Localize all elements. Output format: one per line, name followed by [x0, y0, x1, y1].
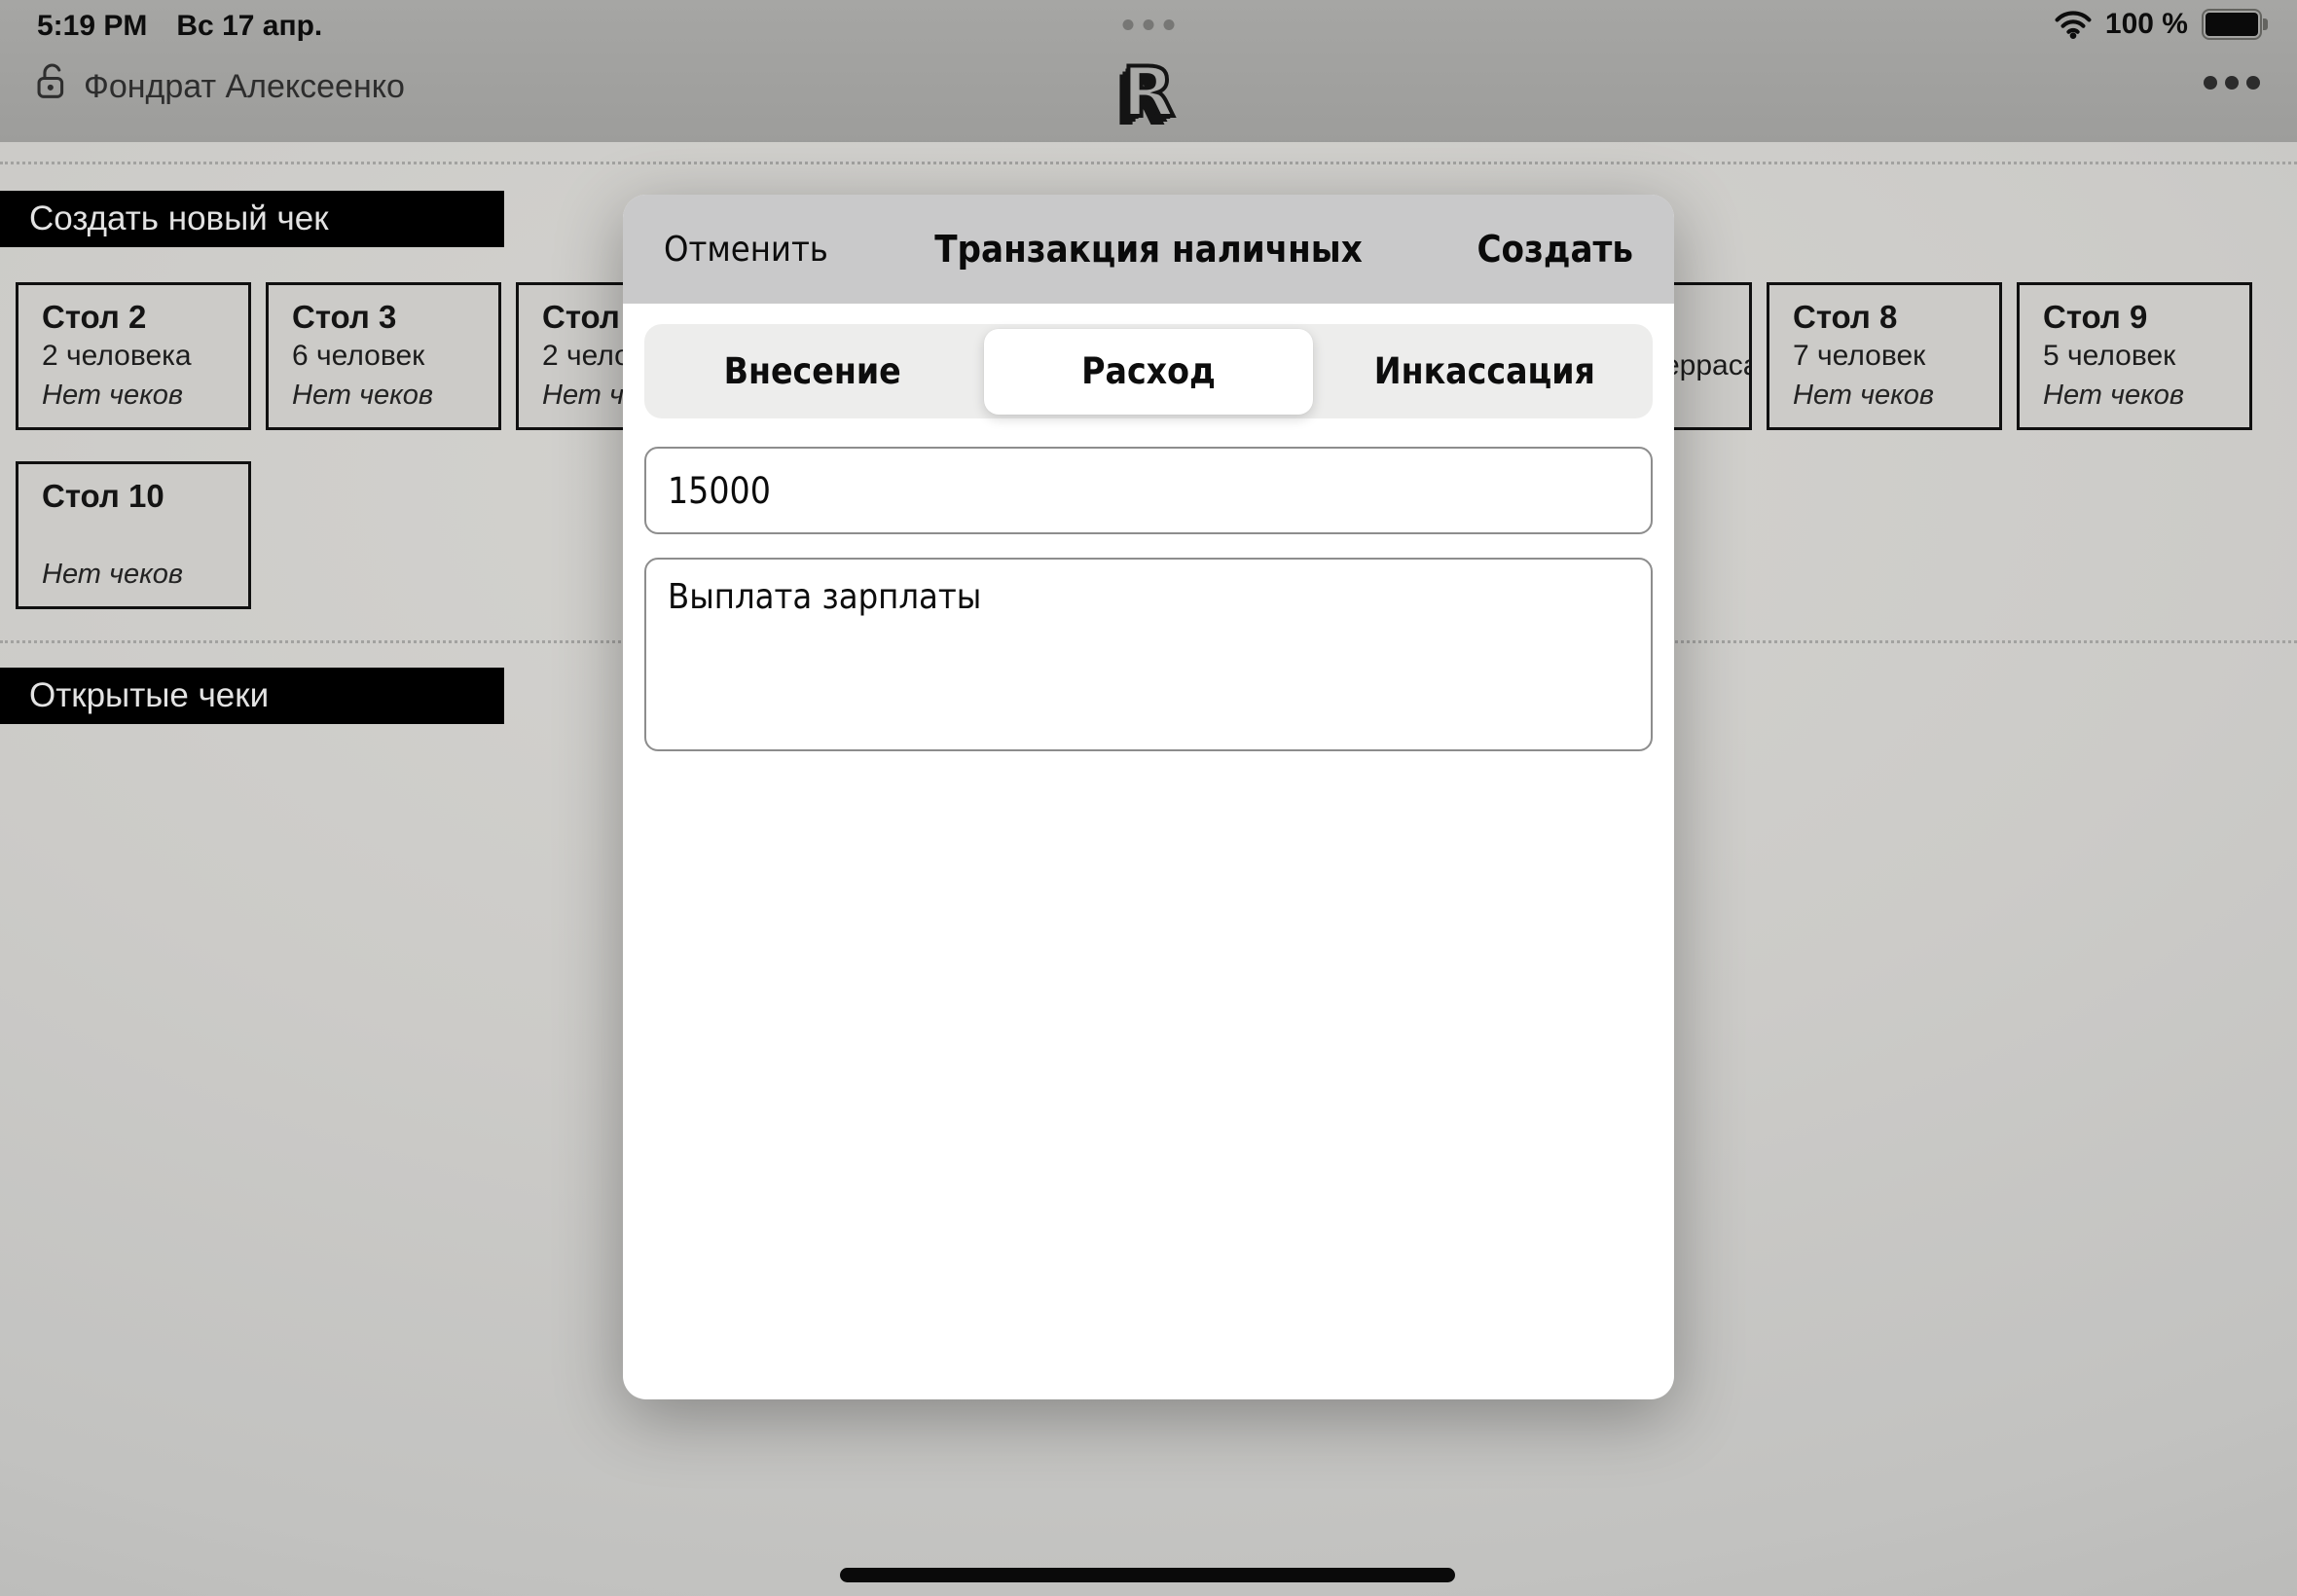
- battery-percent: 100 %: [2105, 8, 2188, 41]
- header-separator: [0, 162, 2297, 164]
- table-card-9[interactable]: Стол 9 5 человек Нет чеков: [2017, 282, 2252, 430]
- table-status: Нет чеков: [42, 380, 183, 412]
- tab-collection[interactable]: Инкассация: [1317, 324, 1653, 418]
- table-status: Нет чеков: [1793, 380, 1934, 412]
- table-card-2[interactable]: Стол 2 2 человека Нет чеков: [16, 282, 251, 430]
- more-menu-button[interactable]: [2204, 76, 2260, 90]
- table-guests: 5 человек: [2043, 340, 2175, 373]
- transaction-type-segmented-control: Внесение Расход Инкассация: [644, 324, 1653, 418]
- wifi-icon: [2055, 10, 2092, 39]
- section-title-open-checks: Открытые чеки: [0, 668, 504, 724]
- unlock-icon[interactable]: [35, 62, 68, 101]
- table-name: Стол 3: [292, 299, 396, 336]
- home-indicator[interactable]: [840, 1568, 1455, 1582]
- table-status: Нет чеков: [42, 559, 183, 591]
- modal-header: Отменить Транзакция наличных Создать: [623, 195, 1674, 304]
- table-card-8[interactable]: Стол 8 7 человек Нет чеков: [1767, 282, 2002, 430]
- table-card-10[interactable]: Стол 10 Нет чеков: [16, 461, 251, 609]
- table-guests: 7 человек: [1793, 340, 1925, 373]
- multitask-dots-icon: [1123, 19, 1175, 30]
- table-guests: 2 человека: [42, 340, 192, 373]
- battery-icon: [2202, 9, 2262, 40]
- tab-expense[interactable]: Расход: [980, 324, 1316, 418]
- table-name: Стол 10: [42, 478, 164, 515]
- status-date: Вс 17 апр.: [176, 10, 322, 43]
- current-user-name[interactable]: Фондрат Алексеенко: [84, 68, 405, 106]
- amount-input[interactable]: [644, 447, 1653, 534]
- comment-input[interactable]: Выплата зарплаты: [644, 558, 1653, 751]
- table-card-3[interactable]: Стол 3 6 человек Нет чеков: [266, 282, 501, 430]
- table-name-fragment: ерраса: [1663, 349, 1752, 382]
- top-band: 5:19 PM Вс 17 апр. 100 %: [0, 0, 2297, 142]
- app-logo-icon: R: [1122, 49, 1175, 136]
- section-title-create-check: Создать новый чек: [0, 191, 504, 247]
- table-name: Стол 2: [42, 299, 146, 336]
- status-time: 5:19 PM: [37, 10, 147, 43]
- cash-transaction-modal: Отменить Транзакция наличных Создать Вне…: [623, 195, 1674, 1399]
- table-status: Нет чеков: [292, 380, 433, 412]
- status-bar: 5:19 PM Вс 17 апр. 100 %: [0, 0, 2297, 47]
- table-guests: 6 человек: [292, 340, 424, 373]
- app-header: Фондрат Алексеенко R: [0, 47, 2297, 142]
- table-name: Стол 8: [1793, 299, 1897, 336]
- table-status: Нет чеков: [2043, 380, 2184, 412]
- tab-deposit[interactable]: Внесение: [644, 324, 980, 418]
- create-button[interactable]: Создать: [1477, 195, 1633, 304]
- table-name: Стол 9: [2043, 299, 2147, 336]
